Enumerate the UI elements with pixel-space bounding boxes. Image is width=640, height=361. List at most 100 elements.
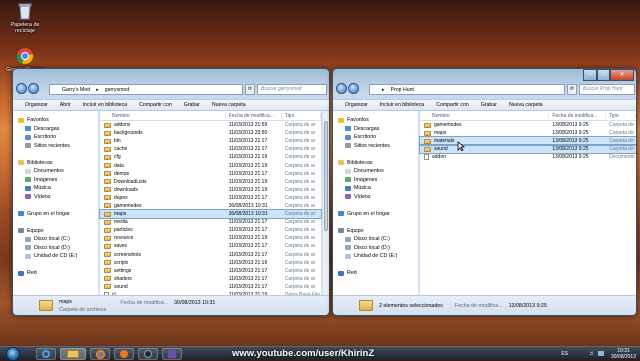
nav-item[interactable]: Descargas (13, 125, 98, 134)
nav-item[interactable]: Música (13, 184, 98, 193)
table-row[interactable]: sound 11/03/2013 21:17 Carpeta de ar (100, 283, 321, 291)
nav-item[interactable]: Documentos (333, 167, 418, 176)
search-input[interactable]: Buscar Prop Hunt (579, 84, 635, 95)
nav-item[interactable]: Vídeos (13, 193, 98, 202)
column-header-date[interactable]: Fecha de modifica... (226, 112, 282, 119)
taskbar-media-button[interactable] (114, 348, 134, 360)
new-folder-button[interactable]: Nueva carpeta (509, 102, 543, 108)
nav-item[interactable]: Favoritos (13, 116, 98, 125)
include-in-library-button[interactable]: Incluir en biblioteca (83, 102, 127, 108)
table-row[interactable]: downloads 11/03/2013 21:19 Carpeta de ar (100, 186, 321, 194)
nav-item[interactable]: Unidad de CD (E:) (13, 252, 98, 261)
breadcrumb-item[interactable]: Prop Hunt (391, 87, 414, 93)
table-row[interactable]: sound 13/08/2013 9:25 Carpeta de (419, 144, 636, 155)
vertical-scrollbar[interactable] (322, 111, 329, 295)
burn-button[interactable]: Grabar (481, 102, 497, 108)
nav-item[interactable]: Sitios recientes (333, 142, 418, 151)
close-button[interactable]: ✕ (610, 69, 634, 81)
new-folder-button[interactable]: Nueva carpeta (212, 102, 246, 108)
nav-item[interactable]: Disco local (D:) (13, 244, 98, 253)
nav-item[interactable]: Imágenes (13, 176, 98, 185)
nav-item[interactable]: Imágenes (333, 176, 418, 185)
nav-item[interactable]: Vídeos (333, 193, 418, 202)
nav-item[interactable]: Unidad de CD (E:) (333, 252, 418, 261)
title-bar[interactable] (13, 69, 329, 82)
search-input[interactable]: Buscar garrysmod (257, 84, 327, 95)
nav-item[interactable]: Disco local (C:) (333, 235, 418, 244)
maximize-button[interactable]: □ (597, 69, 610, 81)
table-row[interactable]: maps 30/08/2013 10:31 Carpeta de ar (99, 209, 322, 220)
table-row[interactable]: demos 11/03/2013 21:17 Carpeta de ar (100, 170, 321, 178)
nav-item[interactable]: Favoritos (333, 116, 418, 125)
nav-item[interactable]: Bibliotecas (333, 159, 418, 168)
back-button[interactable]: ‹ (336, 83, 347, 94)
column-header-date[interactable]: Fecha de modifica... (549, 112, 607, 119)
column-header-type[interactable]: Tipo (282, 112, 321, 119)
table-row[interactable]: dupes 11/03/2013 21:17 Carpeta de ar (100, 194, 321, 202)
organize-button[interactable]: Organizar (25, 102, 48, 108)
nav-item[interactable]: Descargas (333, 125, 418, 134)
table-row[interactable]: maps 13/08/2013 9:25 Carpeta de (420, 129, 636, 137)
table-row[interactable]: resource 11/03/2013 21:19 Carpeta de ar (100, 234, 321, 242)
nav-item[interactable]: Equipo (333, 227, 418, 236)
table-row[interactable]: gamemodes 13/08/2013 9:25 Carpeta de (420, 121, 636, 129)
table-row[interactable]: addon 13/08/2013 9:25 Documento (420, 153, 636, 161)
column-header-type[interactable]: Tipo (606, 112, 636, 119)
explorer-window-prophunt[interactable]: – □ ✕ ‹ › ▸ Prop Hunt ⟳ Buscar Prop Hunt… (332, 68, 637, 316)
table-row[interactable]: backgrounds 11/03/2013 20:50 Carpeta de ar (100, 129, 321, 137)
clock[interactable]: 10:31 30/08/2013 (611, 348, 636, 360)
back-button[interactable]: ‹ (16, 83, 27, 94)
volume-icon[interactable]: ♬ (589, 351, 595, 357)
language-indicator[interactable]: ES (561, 351, 568, 357)
table-row[interactable]: data 11/03/2013 21:19 Carpeta de ar (100, 161, 321, 169)
refresh-button[interactable]: ⟳ (245, 84, 255, 95)
table-row[interactable]: shaders 11/03/2013 21:17 Carpeta de ar (100, 275, 321, 283)
table-row[interactable]: media 11/03/2013 21:17 Carpeta de ar (100, 218, 321, 226)
table-row[interactable]: materials 13/08/2013 9:25 Carpeta de (419, 136, 636, 147)
nav-item[interactable]: Sitios recientes (13, 142, 98, 151)
table-row[interactable]: saves 11/03/2013 21:17 Carpeta de ar (100, 242, 321, 250)
nav-item[interactable]: Disco local (D:) (333, 244, 418, 253)
network-tray-icon[interactable] (598, 351, 604, 356)
minimize-button[interactable]: – (583, 69, 597, 81)
taskbar-chrome-button[interactable] (90, 348, 110, 360)
organize-button[interactable]: Organizar (345, 102, 368, 108)
nav-item[interactable]: Equipo (13, 227, 98, 236)
start-button[interactable] (6, 347, 20, 361)
table-row[interactable]: screenshots 11/03/2013 21:17 Carpeta de ar (100, 251, 321, 259)
taskbar-ie-button[interactable] (36, 348, 56, 360)
nav-item[interactable]: Disco local (C:) (13, 235, 98, 244)
nav-item[interactable]: Grupo en el hogar (333, 210, 418, 219)
table-row[interactable]: settings 11/03/2013 21:17 Carpeta de ar (100, 267, 321, 275)
forward-button[interactable]: › (348, 83, 359, 94)
table-row[interactable]: DownloadLists 11/03/2013 21:19 Carpeta de … (100, 178, 321, 186)
breadcrumb-item[interactable]: Garry's Mod (62, 87, 90, 93)
share-with-button[interactable]: Compartir con (436, 102, 469, 108)
share-with-button[interactable]: Compartir con (139, 102, 172, 108)
taskbar-steam-button[interactable] (138, 348, 158, 360)
explorer-window-garrysmod[interactable]: ‹ › Garry's Mod ▸ garrysmod ⟳ Buscar gar… (12, 68, 330, 316)
nav-item[interactable]: Grupo en el hogar (13, 210, 98, 219)
column-header-name[interactable]: Nombre (100, 112, 226, 119)
address-bar[interactable]: ▸ Prop Hunt (369, 84, 565, 95)
nav-item[interactable]: Escritorio (333, 133, 418, 142)
include-in-library-button[interactable]: Incluir en biblioteca (380, 102, 424, 108)
table-row[interactable]: cfg 11/03/2013 21:19 Carpeta de ar (100, 153, 321, 161)
table-row[interactable]: particles 11/03/2013 21:17 Carpeta de ar (100, 226, 321, 234)
table-row[interactable]: gamemodes 30/08/2013 10:31 Carpeta de ar (100, 202, 321, 210)
table-row[interactable]: scripts 11/03/2013 21:19 Carpeta de ar (100, 259, 321, 267)
refresh-button[interactable]: ⟳ (567, 84, 577, 95)
table-row[interactable]: bin 11/03/2013 21:17 Carpeta de ar (100, 137, 321, 145)
scrollbar-thumb[interactable] (324, 121, 328, 231)
breadcrumb-item[interactable]: garrysmod (105, 87, 130, 93)
column-header-name[interactable]: Nombre (420, 112, 550, 119)
taskbar-app-button[interactable] (162, 348, 182, 360)
recycle-bin-desktop-icon[interactable]: Papelera de reciclaje (2, 2, 48, 34)
burn-button[interactable]: Grabar (184, 102, 200, 108)
nav-item[interactable]: Bibliotecas (13, 159, 98, 168)
nav-item[interactable]: Música (333, 184, 418, 193)
nav-item[interactable]: Escritorio (13, 133, 98, 142)
nav-item[interactable]: Documentos (13, 167, 98, 176)
address-bar[interactable]: Garry's Mod ▸ garrysmod (49, 84, 243, 95)
forward-button[interactable]: › (28, 83, 39, 94)
